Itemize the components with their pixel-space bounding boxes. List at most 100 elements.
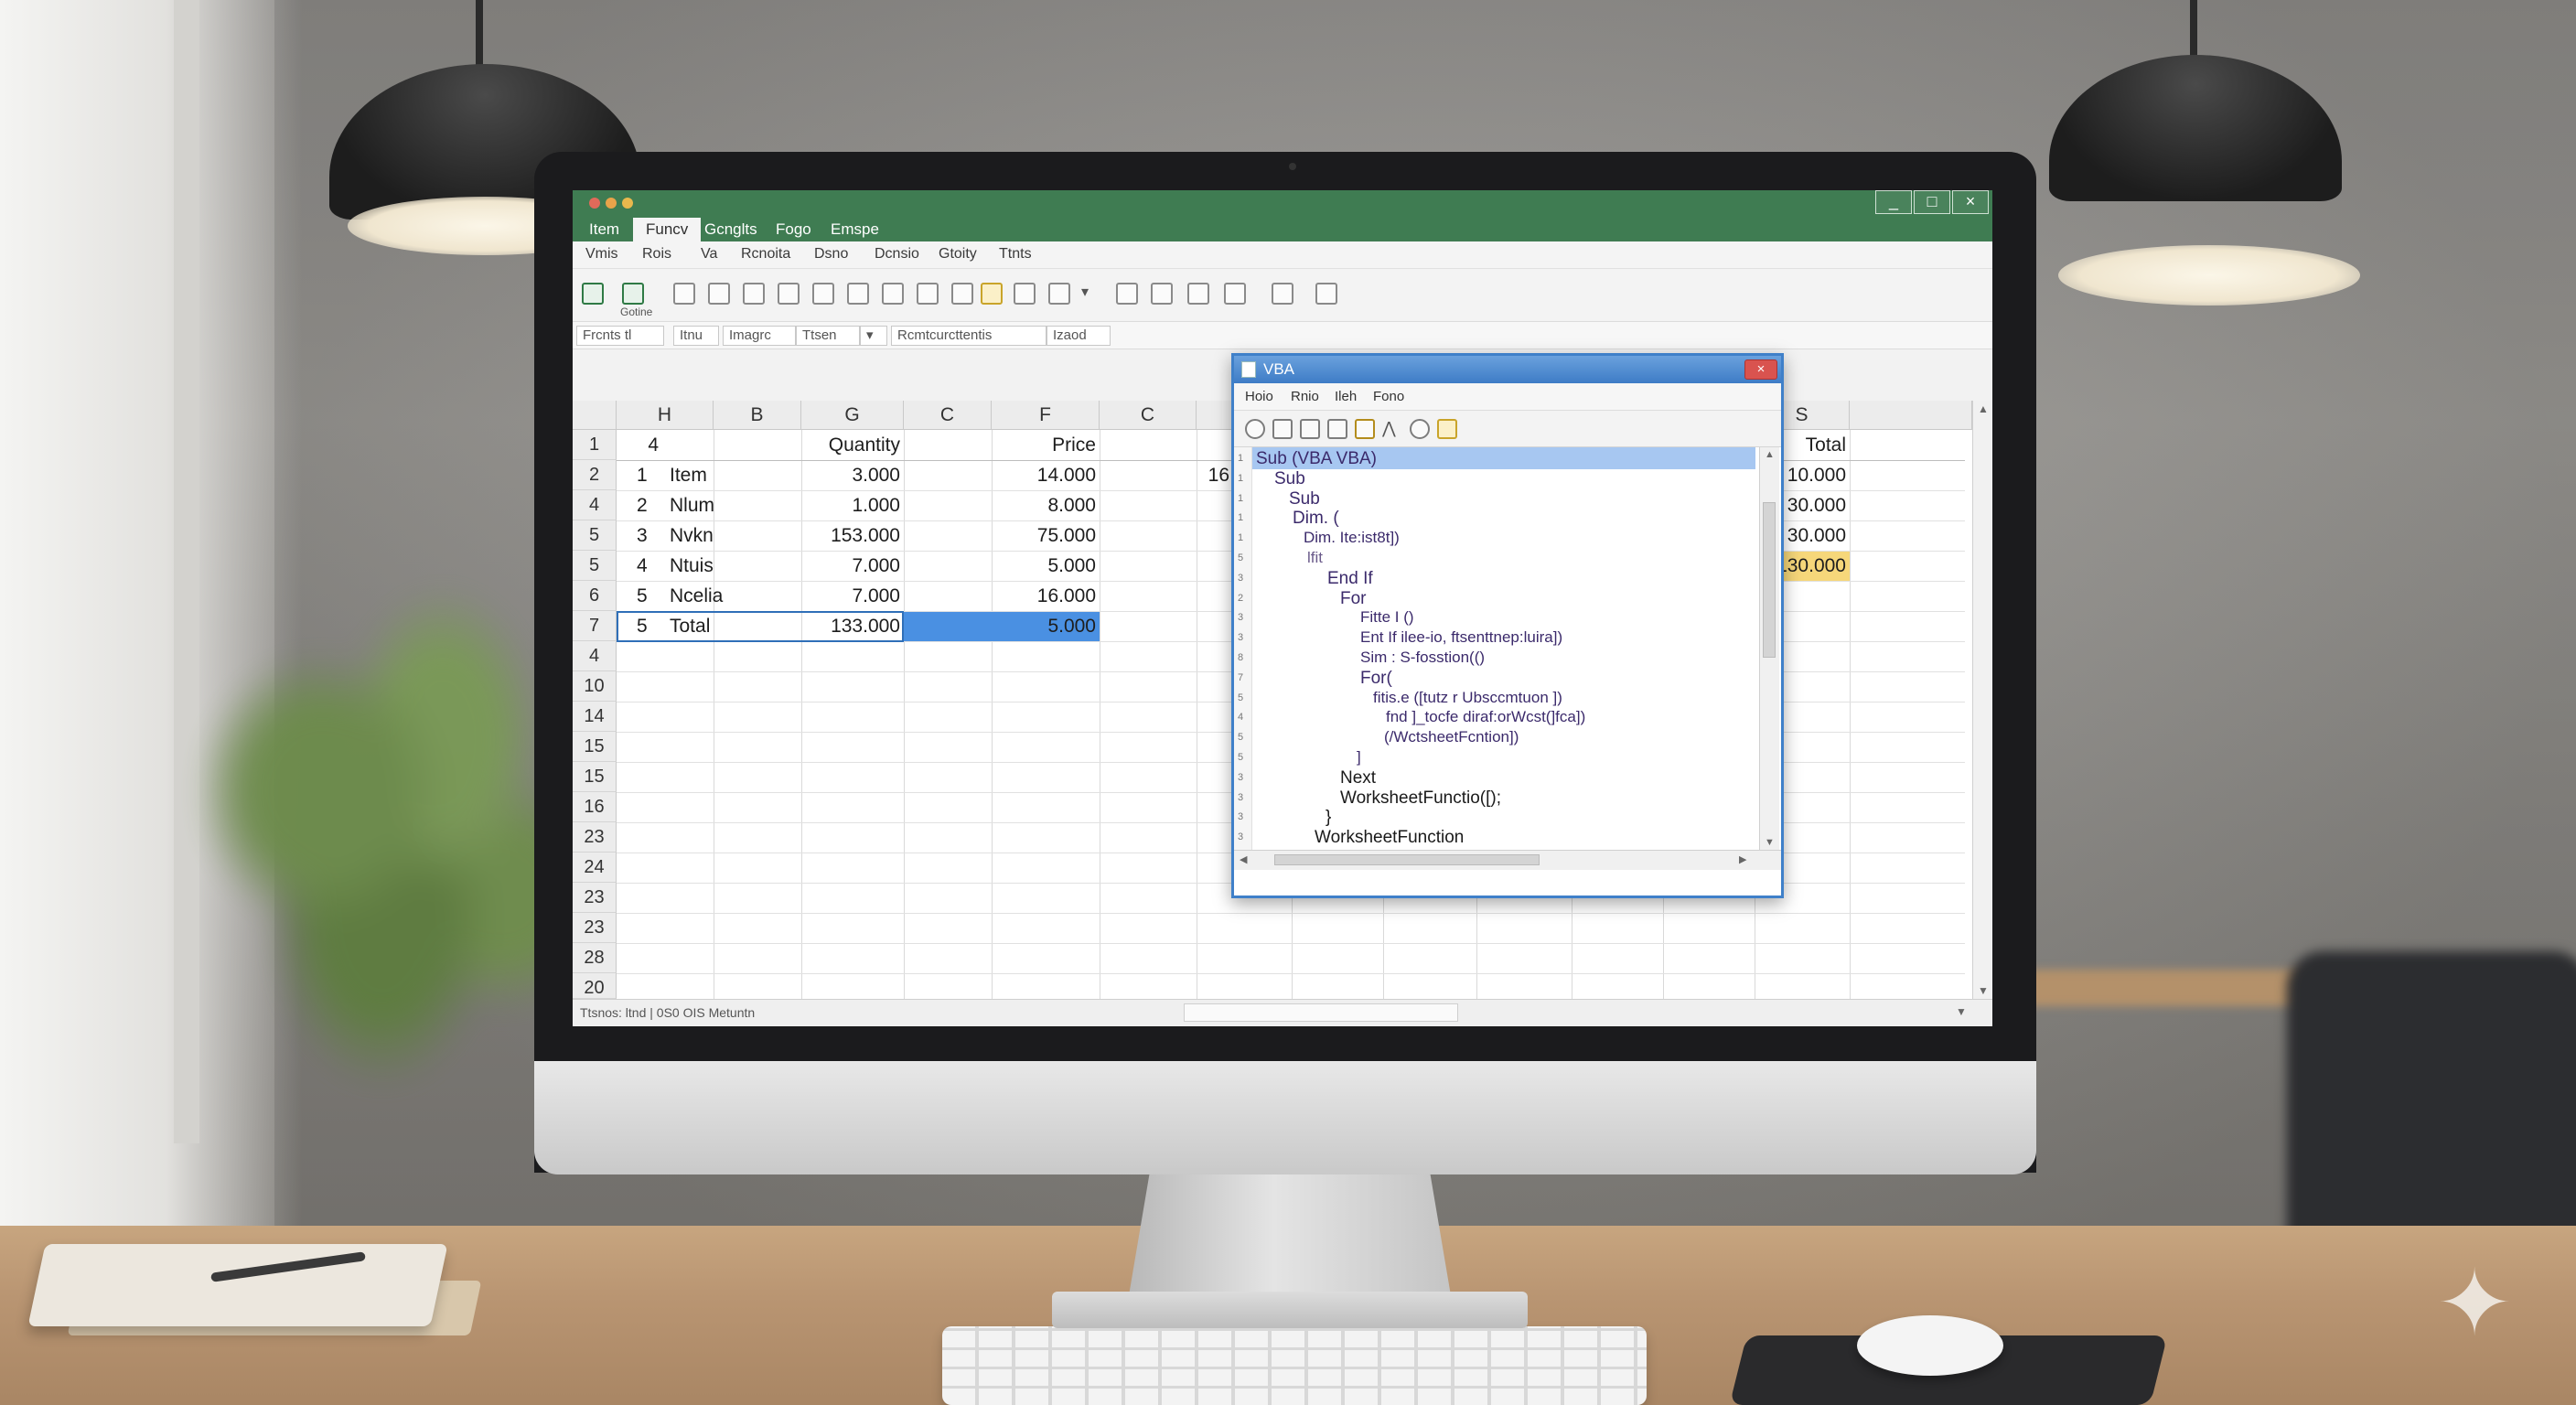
vba-run-icon[interactable]: [1245, 419, 1265, 439]
code-line[interactable]: For(: [1360, 669, 1392, 689]
link-icon[interactable]: [743, 283, 765, 305]
ribbon-item[interactable]: Ttnts: [999, 246, 1032, 263]
scroll-up-icon[interactable]: ▲: [1978, 402, 1989, 415]
vba-horizontal-scrollbar[interactable]: ◀ ▶: [1234, 850, 1781, 870]
cell-row-number[interactable]: 2: [633, 490, 670, 520]
code-line[interactable]: WorksheetFunction: [1315, 828, 1464, 848]
maximize-dot-icon[interactable]: [622, 198, 633, 209]
column-header[interactable]: [1850, 401, 1972, 430]
row-header[interactable]: 4: [573, 641, 617, 671]
image-icon[interactable]: [882, 283, 904, 305]
name-box[interactable]: Frcnts tl: [576, 326, 664, 346]
cell-row-number[interactable]: 4: [633, 551, 670, 581]
ribbon-item[interactable]: Gtoity: [939, 246, 977, 263]
cell-quantity[interactable]: 7.000: [801, 551, 904, 581]
vba-menu-item[interactable]: Fono: [1373, 389, 1404, 404]
cell-quantity[interactable]: 3.000: [801, 460, 904, 490]
vba-menu-item[interactable]: Ileh: [1335, 389, 1357, 404]
vba-code-editor[interactable]: 11111532338754553333 Sub (VBA VBA) Sub Sub…: [1234, 447, 1781, 850]
row-header[interactable]: 4: [573, 490, 617, 520]
vba-menu-item[interactable]: Rnio: [1291, 389, 1319, 404]
object-icon[interactable]: [778, 283, 800, 305]
cell-row-number[interactable]: 5: [633, 581, 670, 611]
cell-quantity[interactable]: 153.000: [801, 520, 904, 551]
code-line[interactable]: Fitte I (): [1360, 608, 1414, 627]
cell-price-header[interactable]: Price: [992, 430, 1100, 460]
column-header[interactable]: G: [801, 401, 904, 430]
row-header[interactable]: 23: [573, 913, 617, 943]
print-icon[interactable]: [1272, 283, 1293, 305]
cell[interactable]: 4: [617, 430, 662, 460]
code-line[interactable]: fnd ]_tocfe diraf:orWcst(]fca]): [1386, 708, 1585, 726]
macro-icon[interactable]: [622, 283, 644, 305]
formula-field[interactable]: Ttsen: [796, 326, 860, 346]
tab-item[interactable]: Item: [576, 218, 632, 241]
vba-watch-icon[interactable]: [1410, 419, 1430, 439]
code-line[interactable]: Sub: [1289, 489, 1320, 509]
column-header[interactable]: C: [1100, 401, 1197, 430]
status-dropdown-icon[interactable]: ▼: [1956, 1005, 1967, 1018]
row-header[interactable]: 1: [573, 430, 617, 460]
row-header[interactable]: 6: [573, 581, 617, 611]
cell-quantity-total[interactable]: 133.000: [801, 611, 904, 641]
vba-scroll-right-icon[interactable]: ▶: [1739, 853, 1746, 865]
cell-row-number[interactable]: 3: [633, 520, 670, 551]
tab-gcnglts[interactable]: Gcnglts: [692, 218, 770, 241]
formula-field[interactable]: Izaod: [1046, 326, 1111, 346]
vba-scroll-down-icon[interactable]: ▼: [1765, 837, 1775, 848]
cell-price[interactable]: 16.000: [992, 581, 1100, 611]
vba-module-icon[interactable]: [1327, 419, 1347, 439]
code-line[interactable]: Sub (VBA VBA): [1256, 449, 1377, 469]
cell-extra[interactable]: 16: [1197, 460, 1233, 490]
code-line[interactable]: }: [1326, 808, 1331, 828]
insert-icon[interactable]: [673, 283, 695, 305]
vba-debug-icon[interactable]: ⋀: [1382, 419, 1402, 439]
vba-open-icon[interactable]: [1300, 419, 1320, 439]
dropdown-icon[interactable]: ▾: [1081, 283, 1103, 305]
chart-icon[interactable]: [917, 283, 939, 305]
column-header[interactable]: C: [904, 401, 992, 430]
refresh-icon[interactable]: [1014, 283, 1036, 305]
vba-title-bar[interactable]: VBA: [1234, 356, 1781, 383]
code-line[interactable]: For: [1340, 589, 1367, 609]
formula-dropdown[interactable]: ▾: [860, 326, 887, 346]
cell-item[interactable]: Item: [666, 460, 801, 490]
code-line[interactable]: Next: [1340, 768, 1376, 788]
code-line[interactable]: Sim : S-fosstion((): [1360, 649, 1485, 667]
vba-scroll-left-icon[interactable]: ◀: [1240, 853, 1247, 865]
shape-icon[interactable]: [812, 283, 834, 305]
code-line[interactable]: lfit: [1307, 549, 1323, 567]
cell-item[interactable]: Ncelia: [666, 581, 801, 611]
ribbon-item[interactable]: Dcnsio: [875, 246, 919, 263]
ribbon-item[interactable]: Va: [701, 246, 717, 263]
ribbon-item[interactable]: Rois: [642, 246, 671, 263]
row-header[interactable]: 5: [573, 520, 617, 551]
window-maximize-button[interactable]: □: [1914, 190, 1950, 214]
ribbon-item[interactable]: Rcnoita: [741, 246, 790, 263]
format-icon[interactable]: [708, 283, 730, 305]
ribbon-item[interactable]: Dsno: [814, 246, 848, 263]
cell-item[interactable]: Nvkn: [666, 520, 801, 551]
vertical-scrollbar[interactable]: ▲ ▼: [1972, 401, 1992, 999]
window-close-button[interactable]: ×: [1952, 190, 1989, 214]
column-header[interactable]: F: [992, 401, 1100, 430]
table-icon[interactable]: [847, 283, 869, 305]
scroll-down-icon[interactable]: ▼: [1978, 984, 1989, 997]
cell-price[interactable]: 5.000: [992, 551, 1100, 581]
cell-total-label[interactable]: Total: [666, 611, 801, 641]
page-icon[interactable]: [1151, 283, 1173, 305]
column-header[interactable]: B: [714, 401, 801, 430]
cell-quantity[interactable]: 1.000: [801, 490, 904, 520]
row-header[interactable]: 5: [573, 551, 617, 581]
row-header[interactable]: 7: [573, 611, 617, 641]
vba-close-button[interactable]: ×: [1744, 359, 1777, 380]
code-line[interactable]: Sub: [1274, 469, 1305, 489]
close-dot-icon[interactable]: [589, 198, 600, 209]
code-line[interactable]: Dim. (: [1293, 509, 1339, 529]
vba-vertical-scrollbar[interactable]: ▲ ▼: [1759, 447, 1779, 850]
horizontal-scrollbar[interactable]: [1184, 1003, 1458, 1022]
cell-price-total[interactable]: 5.000: [992, 611, 1100, 641]
row-header[interactable]: 10: [573, 671, 617, 702]
vba-scroll-thumb[interactable]: [1763, 502, 1776, 658]
document-icon[interactable]: [1116, 283, 1138, 305]
